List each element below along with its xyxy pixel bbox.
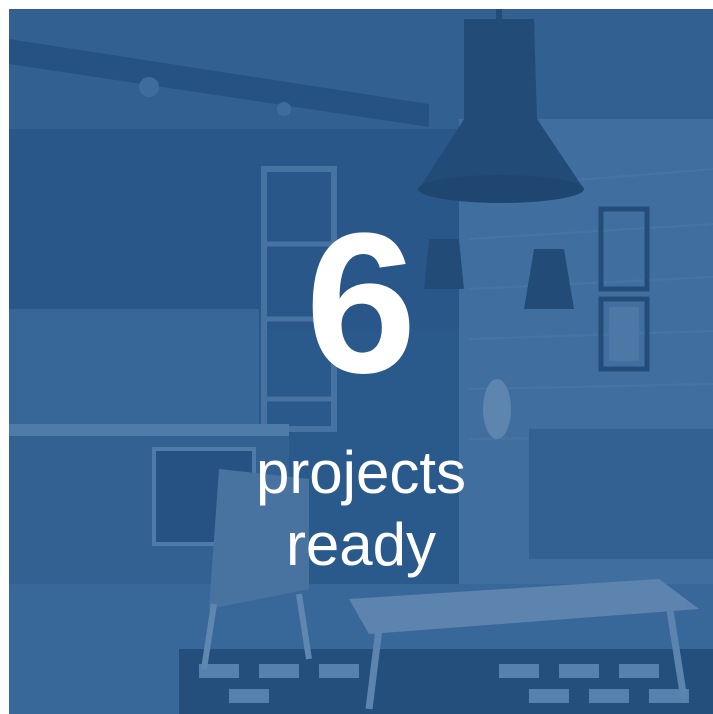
stat-tile: 6 projects ready	[9, 9, 713, 714]
caption-line-2: ready	[285, 511, 437, 578]
stat-caption: projects ready	[9, 437, 713, 581]
stat-block: 6 projects ready	[9, 192, 713, 581]
caption-line-1: projects	[255, 439, 467, 506]
project-count: 6	[305, 192, 417, 415]
